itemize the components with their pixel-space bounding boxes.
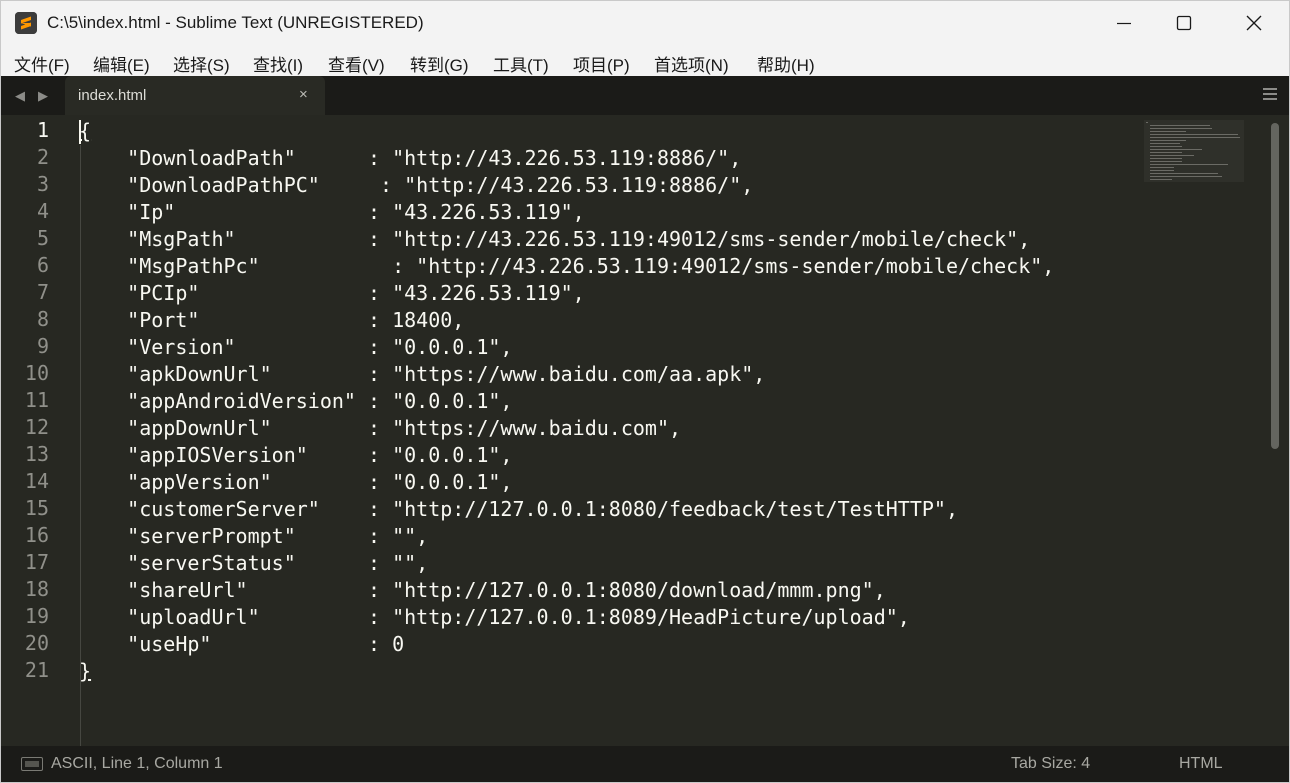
- menu-preferences[interactable]: 首选项(N): [654, 51, 729, 76]
- maximize-icon: [1176, 15, 1192, 31]
- syntax-indicator[interactable]: HTML: [1179, 755, 1223, 773]
- menu-selection[interactable]: 选择(S): [173, 51, 230, 76]
- sublime-text-logo-icon: [15, 12, 37, 34]
- tab-index-html[interactable]: index.html ×: [65, 76, 325, 115]
- menu-goto[interactable]: 转到(G): [410, 51, 469, 76]
- minimap-line: [1150, 146, 1182, 147]
- minimap-line: [1150, 128, 1212, 129]
- menu-tools[interactable]: 工具(T): [493, 51, 549, 76]
- line-number: 8: [36, 307, 49, 331]
- code-line: "appDownUrl" : "https://www.baidu.com",: [79, 416, 682, 440]
- minimap-line: [1150, 161, 1182, 162]
- minimap-line: [1150, 173, 1218, 174]
- window-title: C:\5\index.html - Sublime Text (UNREGIST…: [47, 13, 424, 32]
- vertical-scrollbar[interactable]: [1271, 123, 1279, 449]
- line-number: 7: [36, 280, 49, 304]
- minimize-button[interactable]: [1094, 1, 1154, 45]
- code-line: "PCIp" : "43.226.53.119",: [79, 281, 585, 305]
- code-line: "appIOSVersion" : "0.0.0.1",: [79, 443, 513, 467]
- minimap-line: [1150, 179, 1172, 180]
- tab-label: index.html: [78, 87, 147, 104]
- code-line: "DownloadPath" : "http://43.226.53.119:8…: [79, 146, 742, 170]
- code-line: "Ip" : "43.226.53.119",: [79, 200, 585, 224]
- tab-next-icon[interactable]: ▶: [38, 88, 48, 104]
- code-line: "useHp" : 0: [79, 632, 405, 656]
- tab-size-indicator[interactable]: Tab Size: 4: [1011, 755, 1090, 773]
- menu-project[interactable]: 项目(P): [573, 51, 630, 76]
- line-number: 13: [24, 442, 49, 466]
- code-line: "Port" : 18400,: [79, 308, 465, 332]
- line-number: 14: [24, 469, 49, 493]
- minimap-line: [1146, 122, 1148, 123]
- code-line: "shareUrl" : "http://127.0.0.1:8080/down…: [79, 578, 886, 602]
- menu-find[interactable]: 查找(I): [253, 51, 303, 76]
- minimap-line: [1150, 164, 1228, 165]
- menu-file[interactable]: 文件(F): [14, 51, 70, 76]
- code-line: "customerServer" : "http://127.0.0.1:808…: [79, 497, 958, 521]
- code-line: "serverPrompt" : "",: [79, 524, 429, 548]
- minimap-line: [1150, 134, 1238, 135]
- code-line: "MsgPathPc" : "http://43.226.53.119:4901…: [79, 254, 1055, 278]
- close-window-button[interactable]: [1224, 1, 1284, 45]
- line-number: 16: [24, 523, 49, 547]
- line-number: 4: [36, 199, 49, 223]
- status-bar: ASCII, Line 1, Column 1 Tab Size: 4 HTML: [1, 746, 1289, 782]
- minimap-line: [1150, 170, 1174, 171]
- title-bar[interactable]: C:\5\index.html - Sublime Text (UNREGIST…: [1, 1, 1289, 45]
- text-cursor: [79, 120, 81, 144]
- minimap-line: [1150, 131, 1186, 132]
- tab-prev-icon[interactable]: ◀: [15, 88, 25, 104]
- line-number: 10: [24, 361, 49, 385]
- code-editor[interactable]: 1 2 3 4 5 6 7 8 9 10 11 12 13 14 15 16 1…: [1, 115, 1289, 766]
- line-number: 12: [24, 415, 49, 439]
- code-line: "serverStatus" : "",: [79, 551, 429, 575]
- minimap-line: [1150, 152, 1182, 153]
- tab-list-menu-icon[interactable]: [1263, 88, 1277, 100]
- code-line: "DownloadPathPC" : "http://43.226.53.119…: [79, 173, 754, 197]
- minimap-line: [1150, 143, 1180, 144]
- minimap-line: [1150, 140, 1186, 141]
- console-panel-icon[interactable]: [21, 757, 43, 771]
- line-number: 5: [36, 226, 49, 250]
- minimap-line: [1150, 155, 1194, 156]
- code-line: "apkDownUrl" : "https://www.baidu.com/aa…: [79, 362, 766, 386]
- line-number: 9: [36, 334, 49, 358]
- line-number: 1: [36, 118, 49, 142]
- line-number: 3: [36, 172, 49, 196]
- menu-bar: 文件(F) 编辑(E) 选择(S) 查找(I) 查看(V) 转到(G) 工具(T…: [1, 45, 1289, 76]
- code-line: "appVersion" : "0.0.0.1",: [79, 470, 513, 494]
- minimap-line: [1150, 149, 1202, 150]
- minimap-line: [1150, 125, 1210, 126]
- line-number: 11: [24, 388, 49, 412]
- minimap-line: [1150, 176, 1222, 177]
- line-number: 6: [36, 253, 49, 277]
- minimap-line: [1150, 167, 1174, 168]
- line-number: 21: [24, 658, 49, 682]
- menu-edit[interactable]: 编辑(E): [93, 51, 150, 76]
- minimap-line: [1150, 137, 1240, 138]
- minimap-line: [1150, 158, 1182, 159]
- tab-close-icon[interactable]: ×: [299, 86, 308, 103]
- line-number: 17: [24, 550, 49, 574]
- minimize-icon: [1117, 22, 1131, 25]
- menu-help[interactable]: 帮助(H): [757, 51, 815, 76]
- tab-bar: ◀ ▶ index.html ×: [1, 76, 1289, 115]
- close-icon: [1246, 15, 1262, 31]
- line-number: 15: [24, 496, 49, 520]
- code-line: "appAndroidVersion" : "0.0.0.1",: [79, 389, 513, 413]
- line-number: 18: [24, 577, 49, 601]
- code-line: "MsgPath" : "http://43.226.53.119:49012/…: [79, 227, 1031, 251]
- code-line: }: [79, 659, 92, 683]
- line-number: 19: [24, 604, 49, 628]
- code-line: "uploadUrl" : "http://127.0.0.1:8089/Hea…: [79, 605, 910, 629]
- sublime-text-window: C:\5\index.html - Sublime Text (UNREGIST…: [0, 0, 1290, 783]
- maximize-button[interactable]: [1154, 1, 1214, 45]
- line-number: 2: [36, 145, 49, 169]
- menu-view[interactable]: 查看(V): [328, 51, 385, 76]
- cursor-position: ASCII, Line 1, Column 1: [51, 755, 223, 772]
- code-line: "Version" : "0.0.0.1",: [79, 335, 513, 359]
- minimap[interactable]: [1144, 120, 1244, 182]
- line-number: 20: [24, 631, 49, 655]
